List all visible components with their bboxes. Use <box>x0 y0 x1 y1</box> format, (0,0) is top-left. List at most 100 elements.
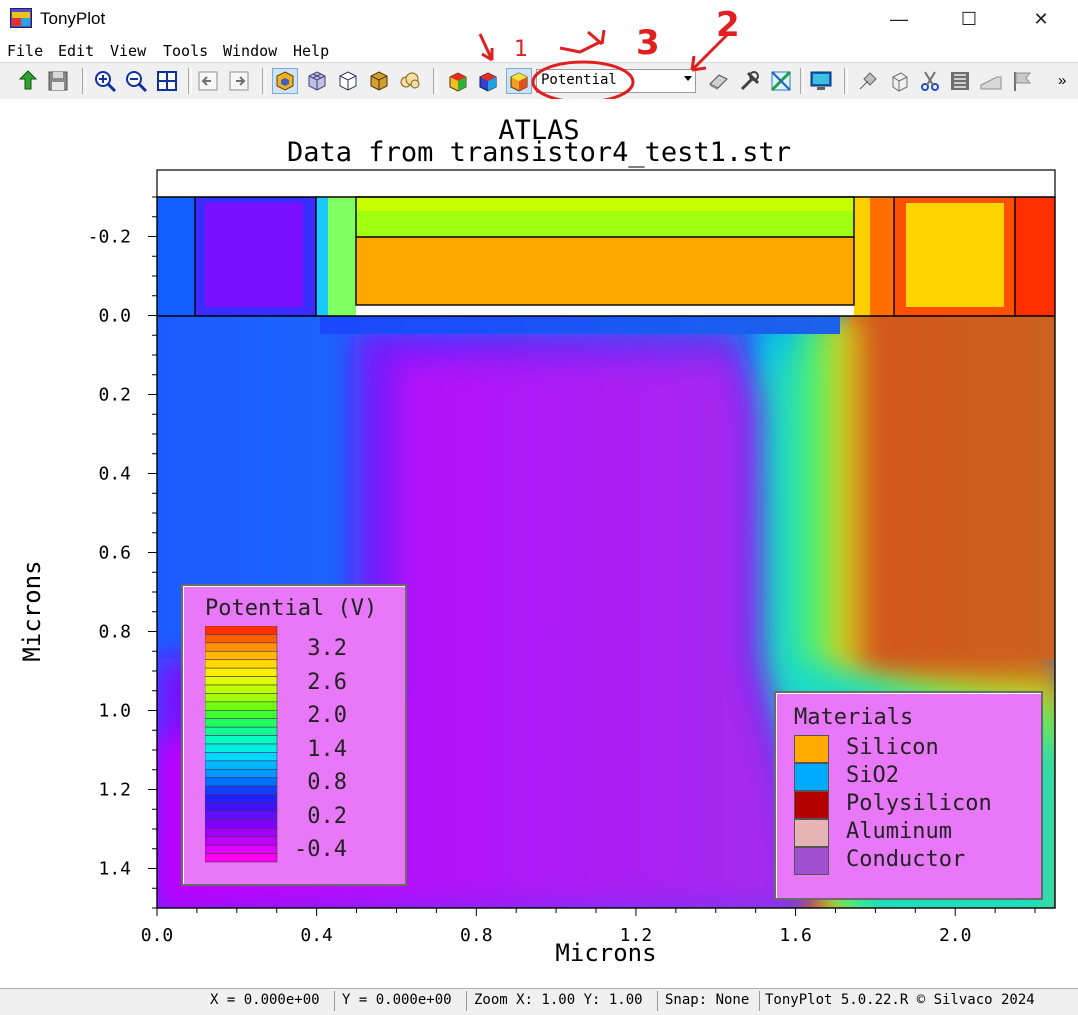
colorbar-swatch <box>205 819 278 829</box>
status-bar: X = 0.000e+00 Y = 0.000e+00 Zoom X: 1.00… <box>0 988 1078 1015</box>
colorbar-tick-label: 1.4 <box>307 736 347 762</box>
colorbar-swatch <box>205 752 278 762</box>
flag-icon[interactable] <box>1010 69 1034 93</box>
maximize-button[interactable]: ☐ <box>934 0 1004 38</box>
status-x: X = 0.000e+00 <box>210 992 320 1008</box>
minimize-button[interactable]: — <box>864 0 934 38</box>
menu-tools[interactable]: Tools <box>163 42 208 60</box>
material-swatch <box>794 819 829 847</box>
colorbar-swatch <box>205 777 278 787</box>
y-tick-label: 0.0 <box>98 306 131 327</box>
view-3d-mesh-icon[interactable] <box>305 69 329 93</box>
cutline-icon[interactable] <box>769 69 793 93</box>
toolbar-separator <box>188 68 192 94</box>
colorbar-swatch <box>205 659 278 669</box>
colorbar-swatch <box>205 634 278 644</box>
annotation-arrow-3 <box>559 29 606 54</box>
materials-legend-title: Materials <box>794 705 914 730</box>
colorbar-swatch <box>205 693 278 703</box>
material-label: Polysilicon <box>846 791 992 816</box>
contour-1-icon[interactable] <box>446 69 470 93</box>
colorbar-swatch <box>205 709 278 720</box>
colorbar-swatch <box>205 794 278 804</box>
region-gate-top-band <box>356 197 854 211</box>
region-spacer-right-inner <box>854 197 870 316</box>
colorbar-swatch <box>205 743 278 753</box>
menu-file[interactable]: File <box>7 42 43 60</box>
close-button[interactable]: ✕ <box>1006 0 1076 38</box>
potential-colorbar <box>205 626 278 863</box>
colorbar-tick-label: 0.2 <box>307 803 347 829</box>
view-3d-outline-icon[interactable] <box>336 69 360 93</box>
display-icon[interactable] <box>809 69 833 93</box>
probe-icon[interactable] <box>856 69 880 93</box>
colorbar-tick-label: 0.8 <box>307 770 347 795</box>
status-snap: Snap: None <box>665 992 750 1008</box>
colorbar-swatch <box>205 726 278 736</box>
status-separator <box>657 991 658 1011</box>
status-separator <box>466 991 467 1011</box>
plot-canvas[interactable]: ATLAS Data from transistor4_test1.str 0.… <box>0 99 1078 988</box>
materials-legend[interactable]: Materials Silicon SiO2 Polysilicon Aluminum… <box>774 691 1043 900</box>
save-icon[interactable] <box>46 69 70 93</box>
material-label: SiO2 <box>846 763 899 788</box>
colorbar-swatch <box>205 642 278 652</box>
y-tick-label: 1.2 <box>98 780 131 801</box>
y-tick-label: 1.0 <box>98 701 131 722</box>
region-spacer-left-inner <box>328 197 356 316</box>
colorbar-swatch <box>205 626 278 635</box>
ruler-icon[interactable] <box>979 69 1003 93</box>
window-title: TonyPlot <box>40 9 106 28</box>
material-swatch <box>794 763 829 791</box>
colorbar-swatch <box>205 650 278 661</box>
view-3d-box-icon[interactable] <box>367 69 391 93</box>
colorbar-swatch <box>205 667 278 677</box>
zoom-in-icon[interactable] <box>93 69 117 93</box>
colorbar-swatch <box>205 844 278 854</box>
load-icon[interactable] <box>16 69 40 93</box>
x-tick-label: 1.6 <box>779 925 812 946</box>
view-3d-solid-icon[interactable] <box>272 68 298 94</box>
undo-icon[interactable] <box>196 69 220 93</box>
y-axis-label: Microns <box>18 560 46 661</box>
menu-view[interactable]: View <box>110 42 146 60</box>
x-tick-label: 0.4 <box>300 925 333 946</box>
toolbar-separator <box>262 68 266 94</box>
zoom-out-icon[interactable] <box>124 69 148 93</box>
region-source-contact-core <box>205 203 303 307</box>
cloud-icon[interactable] <box>398 69 422 93</box>
colorbar-swatch <box>205 853 278 863</box>
menu-edit[interactable]: Edit <box>58 42 94 60</box>
material-swatch <box>794 735 829 763</box>
status-y: Y = 0.000e+00 <box>342 992 452 1008</box>
region-oxide-right <box>1015 197 1055 316</box>
annotation-circle <box>531 60 635 104</box>
status-separator <box>334 991 335 1011</box>
cube-icon[interactable] <box>887 69 911 93</box>
colorbar-swatch <box>205 718 278 728</box>
material-label: Silicon <box>846 735 939 760</box>
potential-legend[interactable]: Potential (V) 3.2 2.6 2.0 1.4 0.8 0.2 -0.4 <box>181 584 407 886</box>
plot-header-band <box>156 169 1056 198</box>
colorbar-tick-label: 2.0 <box>307 703 347 728</box>
zoom-fit-icon[interactable] <box>155 69 179 93</box>
x-tick-label: 2.0 <box>939 925 972 946</box>
toolbar-overflow-button[interactable]: » <box>1058 72 1066 89</box>
colorbar-swatch <box>205 802 278 812</box>
annotation-arrow-1 <box>478 33 494 62</box>
material-label: Conductor <box>846 847 966 872</box>
cut-icon[interactable] <box>918 69 942 93</box>
status-zoom: Zoom X: 1.00 Y: 1.00 <box>474 992 643 1008</box>
redo-icon[interactable] <box>227 69 251 93</box>
x-axis-label: Microns <box>555 939 656 967</box>
menu-help[interactable]: Help <box>293 42 329 60</box>
y-tick-label: 0.8 <box>98 622 131 643</box>
print-icon[interactable] <box>948 69 972 93</box>
x-tick-label: 0.8 <box>460 925 493 946</box>
toolbar-separator <box>844 68 848 94</box>
colorbar-tick-label: 3.2 <box>307 636 347 661</box>
colorbar-swatch <box>205 701 278 711</box>
material-swatch <box>794 847 829 875</box>
menu-window[interactable]: Window <box>223 42 277 60</box>
colorbar-swatch <box>205 827 278 838</box>
